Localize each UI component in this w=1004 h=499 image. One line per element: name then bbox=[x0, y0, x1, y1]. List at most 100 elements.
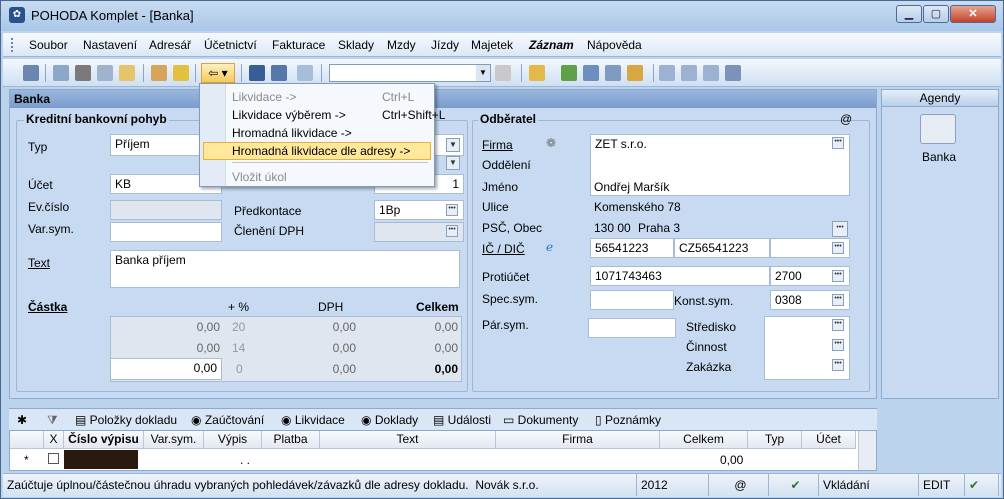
table-icon[interactable] bbox=[605, 65, 621, 81]
evcislo-label: Ev.číslo bbox=[28, 200, 70, 214]
status-mode: Vkládání bbox=[819, 474, 919, 496]
row-checkbox[interactable] bbox=[48, 453, 59, 464]
lookup-icon[interactable]: ••• bbox=[832, 359, 844, 371]
exit-icon[interactable] bbox=[23, 65, 39, 81]
close-button[interactable]: ✕ bbox=[950, 5, 996, 23]
specsym-field[interactable] bbox=[590, 290, 674, 310]
menu-jizdy[interactable]: Jízdy bbox=[431, 38, 459, 52]
minimize-button[interactable]: ▁ bbox=[896, 5, 922, 23]
lookup-icon[interactable]: ••• bbox=[832, 294, 844, 306]
tab-polozky[interactable]: ▤ Položky dokladu bbox=[75, 413, 177, 427]
parsym-label: Pár.sym. bbox=[482, 318, 529, 332]
col-celkem[interactable]: Celkem bbox=[660, 431, 748, 449]
bank-agenda-icon[interactable] bbox=[920, 114, 956, 144]
menu-ucetnictvi[interactable]: Účetnictví bbox=[204, 38, 257, 52]
menu-mzdy[interactable]: Mzdy bbox=[387, 38, 416, 52]
calculator-icon[interactable] bbox=[583, 65, 599, 81]
menu-majetek[interactable]: Majetek bbox=[471, 38, 513, 52]
check-icon[interactable]: ✔ bbox=[769, 474, 819, 496]
pct-0: 0 bbox=[236, 362, 243, 376]
menu-soubor[interactable]: Soubor bbox=[29, 38, 68, 52]
col-text[interactable]: Text bbox=[320, 431, 496, 449]
menu-zaznam[interactable]: Záznam bbox=[529, 38, 574, 52]
col-vypis[interactable]: Výpis bbox=[204, 431, 262, 449]
email-icon[interactable]: @ bbox=[840, 112, 852, 126]
filter-icon[interactable] bbox=[495, 65, 511, 81]
lookup-icon[interactable]: ••• bbox=[832, 242, 844, 254]
base-0-input[interactable]: 0,00 bbox=[110, 358, 222, 380]
status-email[interactable]: @ bbox=[709, 474, 769, 496]
save-icon[interactable] bbox=[249, 65, 265, 81]
parsym-field[interactable] bbox=[588, 318, 676, 338]
ic-field[interactable]: 56541223 bbox=[590, 238, 674, 258]
varsym-field[interactable] bbox=[110, 222, 222, 242]
agenda-banka[interactable]: Banka bbox=[922, 150, 956, 164]
menu-sklady[interactable]: Sklady bbox=[338, 38, 374, 52]
chevron-down-icon[interactable]: ▼ bbox=[446, 138, 460, 152]
col-x[interactable]: X bbox=[44, 431, 64, 449]
address-book-icon[interactable]: ❁ bbox=[546, 136, 556, 150]
protiucet-field[interactable]: 1071743463 bbox=[590, 266, 770, 286]
filter-icon[interactable]: ⧩ bbox=[47, 413, 58, 428]
help-icon[interactable] bbox=[725, 65, 741, 81]
lookup-icon[interactable]: ••• bbox=[446, 204, 458, 216]
tab-likvidace[interactable]: ◉ Likvidace bbox=[281, 413, 345, 427]
menu-item-likvidace-vyberem[interactable]: Likvidace výběrem -> Ctrl+Shift+L bbox=[232, 108, 445, 122]
clipboard-icon[interactable] bbox=[151, 65, 167, 81]
ulice-value[interactable]: Komenského 78 bbox=[594, 200, 681, 214]
menu-item-hromadna-likvidace[interactable]: Hromadná likvidace -> bbox=[232, 126, 352, 140]
chevron-down-icon[interactable]: ▼ bbox=[476, 65, 490, 81]
menu-napoveda[interactable]: Nápověda bbox=[587, 38, 642, 52]
tab-star-icon[interactable]: ✱ bbox=[17, 413, 27, 427]
filter-combo[interactable]: ▼ bbox=[329, 64, 491, 82]
psc-value[interactable]: 130 00 bbox=[594, 221, 631, 235]
cleneni-label: Členění DPH bbox=[234, 224, 305, 238]
maximize-button[interactable]: ▢ bbox=[923, 5, 949, 23]
obec-value[interactable]: Praha 3 bbox=[638, 221, 680, 235]
row-selected-cell[interactable] bbox=[64, 450, 138, 469]
money-icon[interactable] bbox=[561, 65, 577, 81]
menu-fakturace[interactable]: Fakturace bbox=[272, 38, 325, 52]
lookup-icon[interactable]: ••• bbox=[446, 225, 458, 237]
dic-field[interactable]: CZ56541223 bbox=[674, 238, 770, 258]
grid-scrollbar[interactable] bbox=[858, 431, 876, 470]
tab-udalosti[interactable]: ▤ Události bbox=[433, 413, 491, 427]
menu-item-hromadna-dle-adresy[interactable]: Hromadná likvidace dle adresy -> bbox=[203, 142, 431, 160]
menu-nastaveni[interactable]: Nastavení bbox=[83, 38, 137, 52]
col-firma[interactable]: Firma bbox=[496, 431, 660, 449]
save-all-icon[interactable] bbox=[271, 65, 287, 81]
lookup-icon[interactable]: ••• bbox=[832, 221, 848, 237]
menu-adresar[interactable]: Adresář bbox=[149, 38, 191, 52]
print-icon[interactable] bbox=[75, 65, 91, 81]
lookup-icon[interactable]: ••• bbox=[832, 270, 844, 282]
col-ucet[interactable]: Účet bbox=[802, 431, 856, 449]
folder-icon[interactable] bbox=[529, 65, 545, 81]
list-icon[interactable] bbox=[659, 65, 675, 81]
magic-wand-icon[interactable] bbox=[173, 65, 189, 81]
lookup-icon[interactable]: ••• bbox=[832, 319, 844, 331]
liquidation-dropdown-button[interactable]: ⇦ ▾ bbox=[201, 63, 235, 83]
coins-icon[interactable] bbox=[627, 65, 643, 81]
jmeno-value[interactable]: Ondřej Maršík bbox=[594, 180, 669, 194]
print-preview-icon[interactable] bbox=[97, 65, 113, 81]
lookup-icon[interactable]: ••• bbox=[832, 339, 844, 351]
col-typ[interactable]: Typ bbox=[748, 431, 802, 449]
text-field[interactable]: Banka příjem bbox=[110, 250, 460, 288]
col-platba[interactable]: Platba bbox=[262, 431, 320, 449]
tab-poznamky[interactable]: ▯ Poznámky bbox=[595, 413, 661, 427]
col-varsym[interactable]: Var.sym. bbox=[144, 431, 204, 449]
edit-check-icon[interactable]: ✔ bbox=[965, 474, 999, 496]
konstsym-label: Konst.sym. bbox=[674, 294, 734, 308]
note-icon[interactable] bbox=[703, 65, 719, 81]
tab-dokumenty[interactable]: ▭ Dokumenty bbox=[503, 413, 578, 427]
col-cislo-vypisu[interactable]: Číslo výpisu bbox=[64, 431, 144, 449]
internet-explorer-icon[interactable]: ℯ bbox=[546, 240, 553, 254]
lookup-icon[interactable]: ••• bbox=[832, 137, 844, 149]
tab-zauctovani[interactable]: ◉ Zaúčtování bbox=[191, 413, 264, 427]
documents-icon[interactable] bbox=[297, 65, 313, 81]
export-icon[interactable] bbox=[119, 65, 135, 81]
copy-record-icon[interactable] bbox=[53, 65, 69, 81]
chevron-down-icon[interactable]: ▼ bbox=[446, 156, 460, 170]
report-icon[interactable] bbox=[681, 65, 697, 81]
tab-doklady[interactable]: ◉ Doklady bbox=[361, 413, 418, 427]
